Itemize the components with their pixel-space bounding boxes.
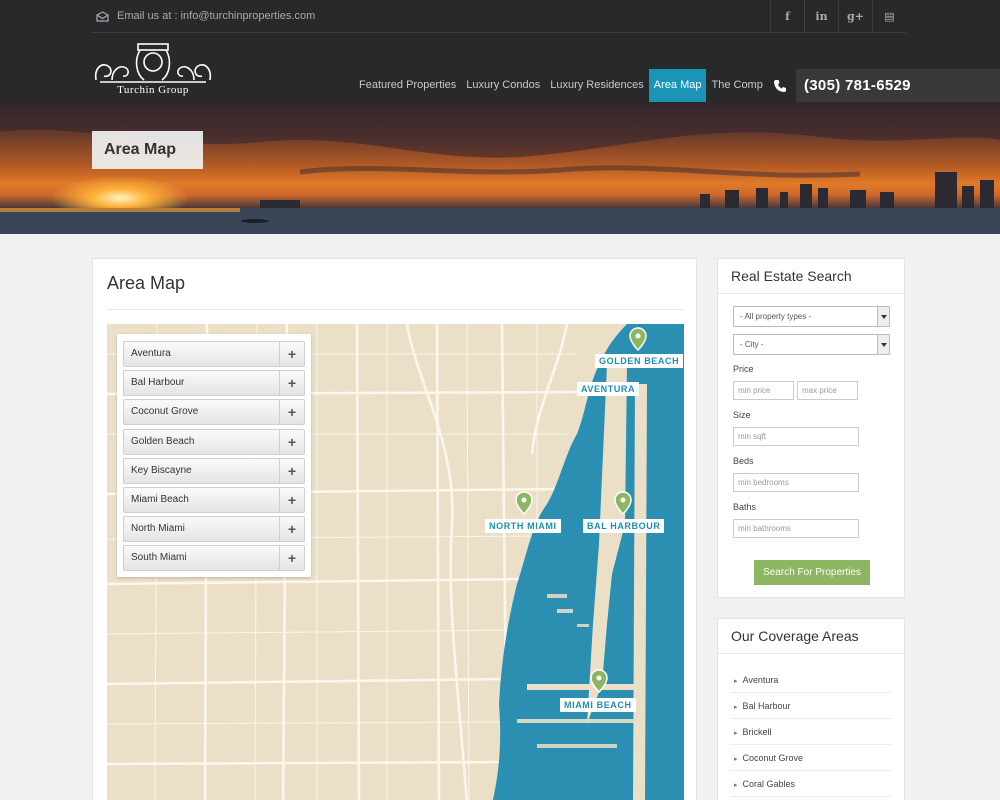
title-divider — [107, 309, 684, 310]
area-item-aventura[interactable]: Aventura + — [123, 341, 305, 367]
area-item-south-miami[interactable]: South Miami + — [123, 545, 305, 572]
price-label: Price — [733, 364, 754, 374]
plus-icon[interactable]: + — [279, 342, 304, 366]
plus-icon[interactable]: + — [279, 458, 304, 483]
map-label-aventura[interactable]: AVENTURA — [577, 382, 640, 396]
linkedin-icon[interactable]: in — [804, 0, 838, 33]
plus-icon[interactable]: + — [279, 517, 304, 542]
phone-box[interactable]: (305) 781-6529 — [763, 69, 1000, 102]
coverage-item-aventura[interactable]: ▸ Aventura — [730, 667, 892, 693]
coverage-item-coconut-grove[interactable]: ▸ Coconut Grove — [730, 745, 892, 771]
coverage-item-bal-harbour[interactable]: ▸ Bal Harbour — [730, 693, 892, 719]
map-label-golden-beach[interactable]: GOLDEN BEACH — [595, 354, 684, 368]
nav-featured-properties[interactable]: Featured Properties — [354, 69, 461, 102]
plus-icon[interactable]: + — [279, 487, 304, 512]
city-value: - City - — [740, 340, 764, 349]
email-link[interactable]: Email us at : info@turchinproperties.com — [96, 10, 315, 22]
phone-icon — [763, 69, 796, 102]
nav-area-map[interactable]: Area Map — [648, 69, 707, 102]
nav-luxury-condos[interactable]: Luxury Condos — [461, 69, 545, 102]
area-item-label: Bal Harbour — [131, 377, 185, 389]
plus-icon[interactable]: + — [279, 400, 304, 425]
area-item-north-miami[interactable]: North Miami + — [123, 516, 305, 543]
beds-label: Beds — [733, 456, 754, 466]
triangle-bullet-icon: ▸ — [734, 756, 738, 763]
banner-title: Area Map — [92, 131, 203, 169]
area-item-key-biscayne[interactable]: Key Biscayne + — [123, 457, 305, 484]
map-label-north-miami[interactable]: NORTH MIAMI — [485, 519, 561, 533]
area-map[interactable]: GOLDEN BEACH AVENTURA NORTH MIAMI BAL HA… — [107, 324, 684, 800]
map-label-miami-beach[interactable]: MIAMI BEACH — [560, 698, 636, 712]
main-nav: Featured Properties Luxury Condos Luxury… — [354, 69, 786, 102]
coverage-item-label: Coral Gables — [742, 779, 796, 789]
facebook-icon[interactable]: f — [770, 0, 804, 33]
logo-text: Turchin Group — [117, 84, 189, 96]
social-links: f in g+ ▤ — [770, 0, 906, 33]
triangle-bullet-icon: ▸ — [734, 704, 738, 711]
area-item-label: Coconut Grove — [131, 406, 199, 418]
triangle-bullet-icon: ▸ — [734, 730, 738, 737]
area-map-card: Area Map GOLDEN BEACH AVENTURA NORTH MIA… — [92, 258, 697, 800]
area-item-label: South Miami — [131, 552, 187, 564]
min-price-input[interactable]: min price — [733, 381, 794, 400]
nav-luxury-residences[interactable]: Luxury Residences — [545, 69, 649, 102]
area-item-golden-beach[interactable]: Golden Beach + — [123, 428, 305, 455]
area-item-label: Golden Beach — [131, 435, 195, 447]
coverage-item-label: Bal Harbour — [742, 701, 791, 711]
baths-label: Baths — [733, 502, 757, 512]
chevron-down-icon — [877, 335, 889, 354]
area-item-label: Aventura — [131, 348, 171, 359]
email-text: Email us at : info@turchinproperties.com — [117, 10, 316, 22]
coverage-areas-panel: Our Coverage Areas ▸ Aventura ▸ Bal Harbou… — [717, 618, 905, 800]
coverage-item-label: Aventura — [742, 675, 779, 685]
map-label-bal-harbour[interactable]: BAL HARBOUR — [583, 519, 665, 533]
plus-icon[interactable]: + — [279, 429, 304, 454]
coverage-item-brickell[interactable]: ▸ Brickell — [730, 719, 892, 745]
page-title: Area Map — [107, 273, 186, 293]
google-plus-icon[interactable]: g+ — [838, 0, 872, 33]
area-list-panel: Aventura + Bal Harbour + Coconut Grove + Go… — [117, 334, 311, 577]
triangle-bullet-icon: ▸ — [734, 782, 738, 789]
real-estate-search-panel: Real Estate Search - All property types … — [717, 258, 905, 598]
min-bedrooms-input[interactable]: min bedrooms — [733, 473, 859, 492]
coverage-item-coral-gables[interactable]: ▸ Coral Gables — [730, 771, 892, 797]
max-price-input[interactable]: max price — [797, 381, 858, 400]
min-sqft-input[interactable]: min sqft — [733, 427, 859, 446]
area-item-miami-beach[interactable]: Miami Beach + — [123, 486, 305, 513]
size-label: Size — [733, 410, 751, 420]
triangle-bullet-icon: ▸ — [734, 678, 738, 685]
chevron-down-icon — [877, 307, 889, 326]
property-type-select[interactable]: - All property types - — [733, 306, 890, 327]
coverage-item-label: Brickell — [742, 727, 772, 737]
area-item-bal-harbour[interactable]: Bal Harbour + — [123, 370, 305, 397]
coverage-title: Our Coverage Areas — [718, 619, 904, 654]
area-item-coconut-grove[interactable]: Coconut Grove + — [123, 399, 305, 426]
envelope-icon — [96, 10, 109, 22]
plus-icon[interactable]: + — [279, 371, 304, 396]
area-item-label: Key Biscayne — [131, 464, 192, 476]
site-header: Email us at : info@turchinproperties.com… — [0, 0, 1000, 102]
calendar-icon[interactable]: ▤ — [872, 0, 906, 33]
city-select[interactable]: - City - — [733, 334, 890, 355]
search-properties-button[interactable]: Search For Properties — [754, 560, 870, 585]
logo[interactable]: Turchin Group — [92, 40, 214, 98]
area-item-label: North Miami — [131, 523, 185, 535]
logo-ornament — [94, 43, 212, 83]
search-title: Real Estate Search — [718, 259, 904, 294]
coverage-item-label: Coconut Grove — [742, 753, 804, 763]
min-bathrooms-input[interactable]: min bathrooms — [733, 519, 859, 538]
property-type-value: - All property types - — [740, 312, 812, 321]
area-item-label: Miami Beach — [131, 493, 189, 505]
top-bar: Email us at : info@turchinproperties.com… — [92, 0, 906, 33]
plus-icon[interactable]: + — [279, 546, 304, 571]
phone-number: (305) 781-6529 — [804, 77, 911, 94]
